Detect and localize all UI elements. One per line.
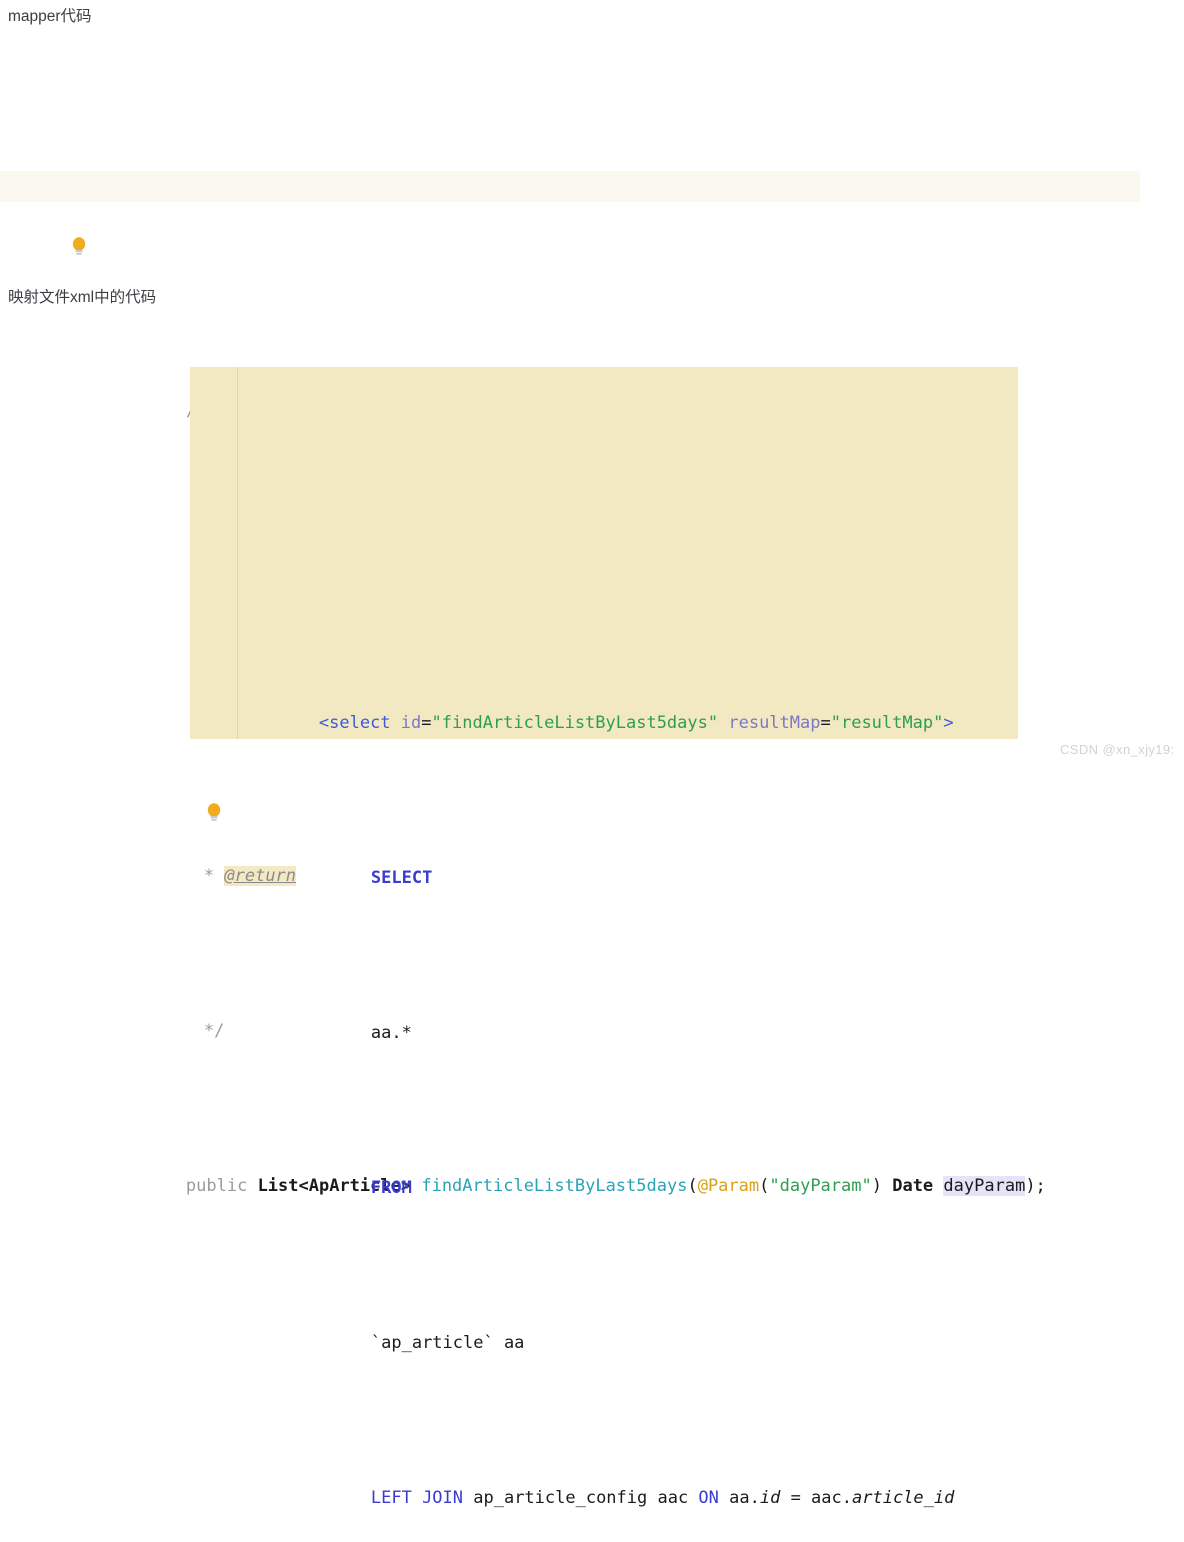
code-line-sql: `ap_article` aa — [0, 1297, 1184, 1353]
heading-xml-code: 映射文件xml中的代码 — [8, 289, 157, 306]
java-code-block[interactable]: /** * 查询最近5天的文章 * @param dayParam * @ret… — [0, 55, 1184, 1196]
annotation-argument: "dayParam" — [769, 1176, 872, 1196]
select-id-attr: id — [400, 713, 422, 733]
param-type: Date — [892, 1176, 934, 1196]
lightbulb-icon[interactable] — [203, 739, 225, 821]
code-line-sql: aa.* — [0, 987, 1184, 1043]
lightbulb-icon[interactable] — [68, 173, 90, 255]
javadoc-close: */ — [203, 1021, 225, 1041]
method-name: findArticleListByLast5days — [421, 1176, 688, 1196]
sql-columns: aa.* — [370, 1023, 412, 1043]
code-line-sql: SELECT — [0, 832, 1184, 888]
xml-code-block[interactable]: <select id="findArticleListByLast5days" … — [0, 336, 1184, 1508]
sql-keyword-from: FROM — [370, 1178, 412, 1198]
param-name: dayParam — [943, 1176, 1026, 1196]
select-resultmap-value: "resultMap" — [830, 713, 944, 733]
select-resultmap-attr: resultMap — [728, 713, 821, 733]
code-line-sql-join: LEFT JOIN ap_article_config aac ON aa.id… — [370, 1488, 955, 1508]
sql-keyword-select: SELECT — [370, 868, 433, 888]
select-id-value: "findArticleListByLast5days" — [431, 713, 719, 733]
screenshot-root: mapper代码 /** * 查询最近5天的文章 — [0, 0, 1184, 1508]
select-tag: <select — [318, 713, 391, 733]
heading-mapper-code: mapper代码 — [8, 8, 92, 25]
code-line-select-open: <select id="findArticleListByLast5days" … — [318, 713, 954, 733]
sql-from-table: `ap_article` aa — [370, 1333, 525, 1353]
modifier-public: public — [185, 1176, 248, 1196]
param-annotation: @Param — [697, 1176, 760, 1196]
select-tag-close-bracket: > — [943, 713, 954, 733]
csdn-watermark: CSDN @xn_xjy19: — [1060, 742, 1175, 757]
signature-terminator: ); — [1025, 1176, 1046, 1196]
caret-line-highlight — [0, 171, 1140, 202]
javadoc-return-tag: @return — [224, 866, 297, 886]
code-line-sql: FROM — [0, 1142, 1184, 1198]
